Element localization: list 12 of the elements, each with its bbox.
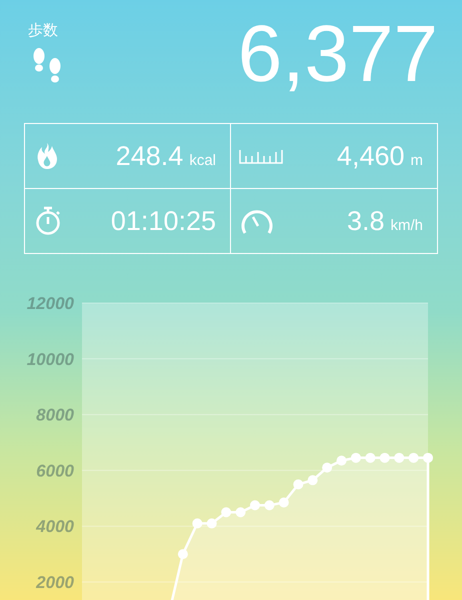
steps-label: 歩数: [28, 21, 58, 40]
stat-value: 4,460 m: [336, 140, 423, 172]
y-axis-label: 6000: [36, 461, 74, 480]
y-axis-label: 12000: [26, 294, 74, 313]
y-axis-label: 10000: [26, 350, 74, 369]
stat-value: 3.8 km/h: [346, 206, 423, 236]
y-axis-label: 2000: [36, 573, 74, 592]
stat-value: 248.4 kcal: [116, 140, 216, 172]
stat-value: 01:10:25: [110, 206, 216, 236]
y-axis-label: 4000: [36, 517, 74, 536]
y-axis-label: 8000: [36, 406, 74, 425]
step-count: 6,377: [238, 14, 438, 94]
